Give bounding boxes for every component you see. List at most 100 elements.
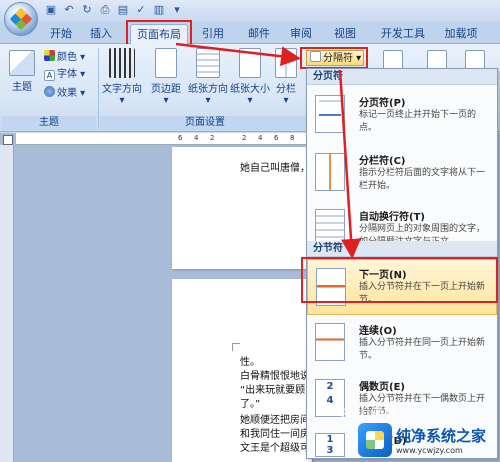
theme-effects-button[interactable]: 效果 ▾ xyxy=(44,86,85,100)
tab-developer[interactable]: 开发工具 xyxy=(376,24,430,44)
tab-addins[interactable]: 加载项 xyxy=(438,24,484,44)
orientation-icon xyxy=(196,48,220,78)
page-2: 性。 白骨精恨恨地说 “出来玩就要顾 了。” 她顺便还把房间 和我同住一间房 文… xyxy=(172,279,312,462)
tab-selector[interactable] xyxy=(3,135,13,145)
size-label: 纸张大小 xyxy=(230,84,270,95)
themes-label: 主题 xyxy=(12,82,32,93)
margin-corner-mark xyxy=(232,343,240,351)
ruler-tick: 4 xyxy=(258,134,263,142)
document-text-line: 了。” xyxy=(240,399,261,410)
dropdown-arrow-icon: ▾ xyxy=(163,95,169,106)
menu-item-description: 指示分栏符后面的文字将从下一栏开始。 xyxy=(359,168,486,191)
tab-review[interactable]: 审阅 xyxy=(284,24,318,44)
theme-colors-button[interactable]: 颜色 ▾ xyxy=(44,50,85,64)
orientation-label: 纸张方向 xyxy=(188,84,228,95)
theme-fonts-button[interactable]: A 字体 ▾ xyxy=(44,68,85,82)
dropdown-arrow-icon: ▾ xyxy=(119,95,125,106)
dropdown-arrow-icon: ▾ xyxy=(283,95,289,106)
icon-line xyxy=(319,100,341,102)
office-button[interactable] xyxy=(4,2,38,36)
text-direction-button[interactable]: 文字方向 ▾ xyxy=(100,48,144,106)
columns-button[interactable]: 分栏 ▾ xyxy=(272,48,300,106)
group-separator xyxy=(98,48,99,128)
margins-button[interactable]: 页边距 ▾ xyxy=(146,48,186,106)
vertical-ruler[interactable] xyxy=(0,145,14,462)
page-1: 她自己叫唐僧， xyxy=(172,147,312,269)
colors-label: 颜色 xyxy=(57,52,77,63)
tab-references[interactable]: 引用 xyxy=(196,24,230,44)
site-url: www.ycwjzy.com xyxy=(396,446,463,455)
office-logo-icon xyxy=(9,7,33,31)
save-icon[interactable]: ▣ xyxy=(44,3,58,17)
document-text-line: 和我同住一间房 xyxy=(240,429,310,440)
ruler-tick: 6 xyxy=(274,134,279,142)
fonts-icon: A xyxy=(44,70,55,81)
odd-page-icon: 13 xyxy=(315,433,345,457)
menu-item-description: 插入分节符并在下一页上开始新节。 xyxy=(359,282,486,305)
menu-item-title: 自动换行符(T) xyxy=(359,212,425,223)
text-direction-icon xyxy=(109,48,135,78)
themes-button[interactable]: 主题 xyxy=(6,50,38,93)
ruler-tick: 6 xyxy=(178,134,183,142)
tab-home[interactable]: 开始 xyxy=(44,24,78,44)
document-text-line: 性。 xyxy=(240,357,260,368)
dropdown-arrow-icon: ▾ xyxy=(247,95,253,106)
quick-access-toolbar: ▣ ↶ ↻ ⎙ ▤ ✓ ▥ ▾ xyxy=(44,3,184,17)
size-icon xyxy=(239,48,261,78)
orientation-button[interactable]: 纸张方向 ▾ xyxy=(186,48,230,106)
menu-item-description: 插入分节符并在同一页上开始新节。 xyxy=(359,338,486,361)
page-setup-group-label: 页面设置 xyxy=(100,116,310,130)
ribbon-tabs: 开始 插入 页面布局 引用 邮件 审阅 视图 开发工具 加载项 xyxy=(0,22,500,44)
document-text-line: 她顺便还把房间 xyxy=(240,415,310,426)
page-break-icon xyxy=(315,95,345,133)
open-icon[interactable]: ▥ xyxy=(152,3,166,17)
document-text-line: 白骨精恨恨地说 xyxy=(240,371,310,382)
colors-icon xyxy=(44,50,55,61)
margins-icon xyxy=(155,48,177,78)
undo-icon[interactable]: ↶ xyxy=(62,3,76,17)
breaks-label: 分隔符 xyxy=(323,53,353,64)
section-breaks-section-header: 分节符 xyxy=(307,241,497,257)
document-text-line: 她自己叫唐僧， xyxy=(240,163,310,174)
menu-item-page-break[interactable]: 分页符(P) 标记一页终止并开始下一页的点。 xyxy=(307,87,497,143)
icon-line xyxy=(319,114,341,116)
breaks-dropdown-menu: 分页符 分页符(P) 标记一页终止并开始下一页的点。 分栏符(C) 指示分栏符后… xyxy=(306,68,498,459)
text-direction-label: 文字方向 xyxy=(102,84,142,95)
columns-label: 分栏 xyxy=(276,84,296,95)
menu-item-title: 连续(O) xyxy=(359,326,397,337)
effects-label: 效果 xyxy=(57,88,77,99)
document-text-line: “出来玩就要顾 xyxy=(240,385,306,396)
menu-item-description: 标记一页终止并开始下一页的点。 xyxy=(359,110,477,133)
margins-label: 页边距 xyxy=(151,84,181,95)
ruler-tick: 8 xyxy=(290,134,295,142)
column-break-icon xyxy=(315,153,345,191)
menu-item-column-break[interactable]: 分栏符(C) 指示分栏符后面的文字将从下一栏开始。 xyxy=(307,145,497,201)
site-logo-icon xyxy=(358,423,392,457)
document-text-line: 文王是个超级可 xyxy=(240,443,310,454)
fonts-label: 字体 xyxy=(57,69,77,80)
print-icon[interactable]: ⎙ xyxy=(98,3,112,17)
spelling-icon[interactable]: ✓ xyxy=(134,3,148,17)
horizontal-ruler[interactable]: 6 4 2 2 4 6 8 xyxy=(16,133,316,145)
breaks-button[interactable]: 分隔符 ▾ xyxy=(306,50,364,66)
theme-group-label: 主题 xyxy=(2,116,96,130)
columns-icon xyxy=(275,48,297,78)
menu-item-continuous[interactable]: 连续(O) 插入分节符并在同一页上开始新节。 xyxy=(307,315,497,371)
tab-mailings[interactable]: 邮件 xyxy=(242,24,276,44)
ruler-tick: 2 xyxy=(242,134,247,142)
size-button[interactable]: 纸张大小 ▾ xyxy=(228,48,272,106)
customize-qat-icon[interactable]: ▾ xyxy=(170,3,184,17)
themes-icon xyxy=(9,50,35,76)
print-preview-icon[interactable]: ▤ xyxy=(116,3,130,17)
tab-page-layout[interactable]: 页面布局 xyxy=(130,24,188,44)
menu-item-title: 下一页(N) xyxy=(359,270,407,281)
continuous-icon xyxy=(315,323,345,361)
menu-item-next-page[interactable]: 下一页(N) 插入分节符并在下一页上开始新节。 xyxy=(307,259,497,315)
redo-icon[interactable]: ↻ xyxy=(80,3,94,17)
tab-view[interactable]: 视图 xyxy=(328,24,362,44)
page-breaks-section-header: 分页符 xyxy=(307,69,497,85)
tab-insert[interactable]: 插入 xyxy=(84,24,118,44)
site-brand: 纯净系统之家 xyxy=(396,427,487,445)
menu-item-title: 偶数页(E) xyxy=(359,382,405,393)
effects-icon xyxy=(44,86,55,97)
